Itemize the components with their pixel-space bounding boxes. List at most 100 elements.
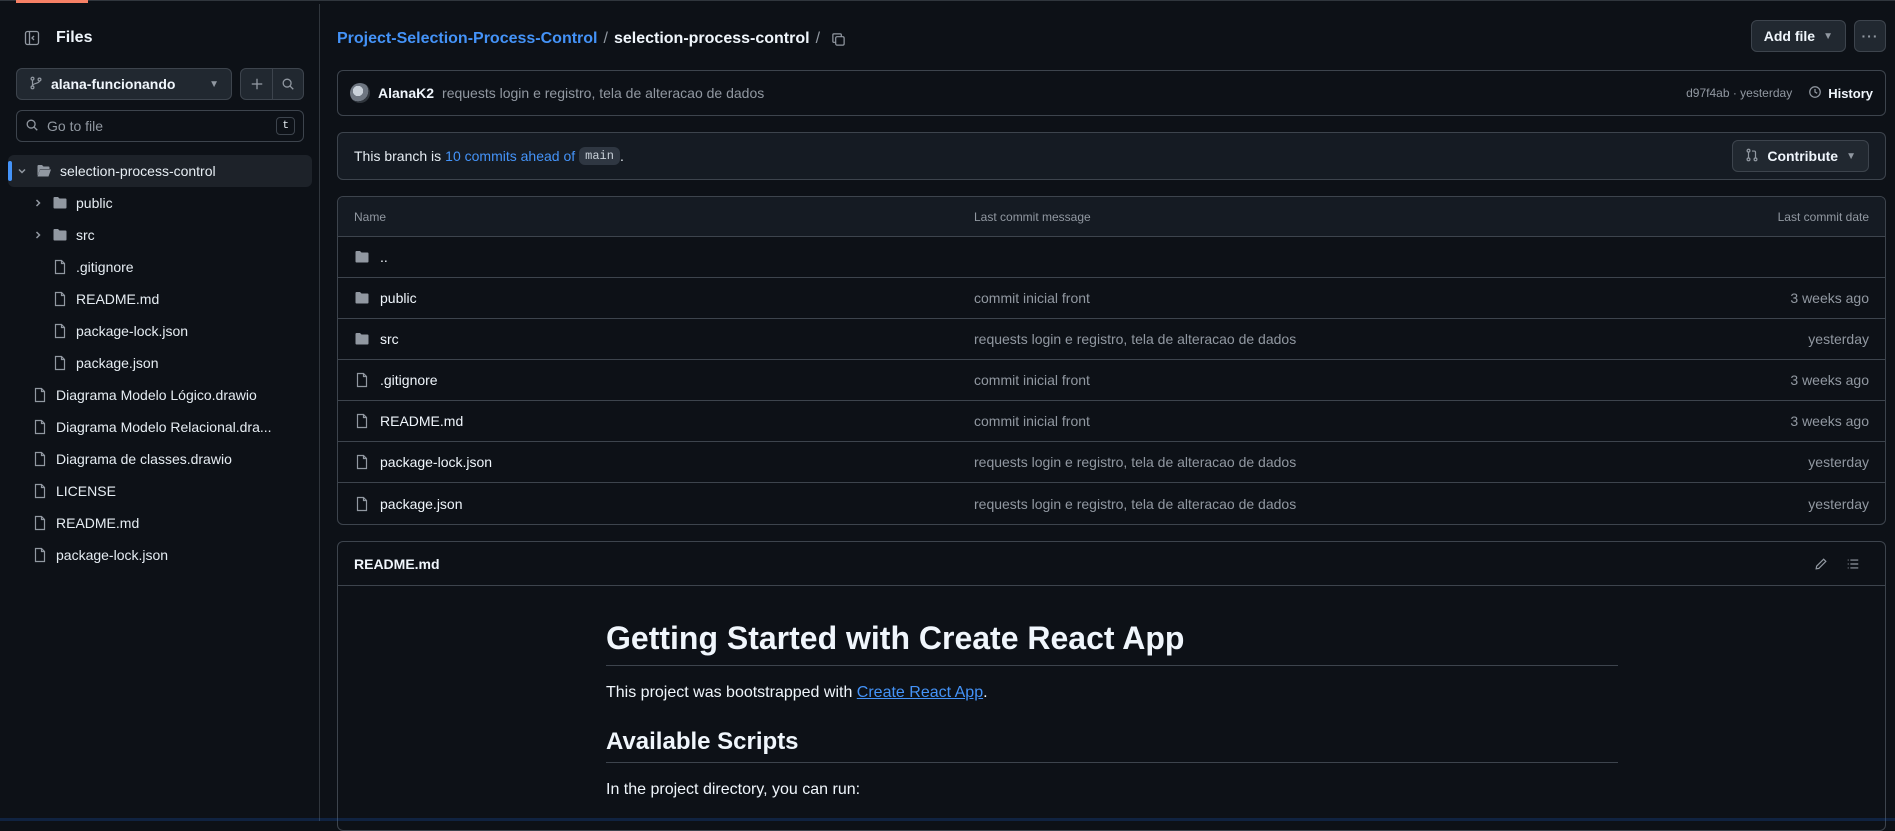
- readme-subheading: Available Scripts: [606, 728, 1618, 763]
- chevron-right-icon[interactable]: [30, 229, 46, 241]
- tree-item[interactable]: package.json: [8, 347, 312, 379]
- tree-item-label: src: [76, 227, 95, 243]
- commit-message-cell[interactable]: requests login e registro, tela de alter…: [974, 496, 1669, 512]
- file-icon: [354, 454, 370, 470]
- more-options-button[interactable]: ···: [1854, 20, 1886, 52]
- commit-author-link[interactable]: AlanaK2: [378, 85, 434, 101]
- tree-item[interactable]: package-lock.json: [8, 315, 312, 347]
- outline-list-icon[interactable]: [1837, 548, 1869, 580]
- folder-icon: [354, 331, 370, 347]
- breadcrumb-separator: /: [604, 30, 608, 48]
- top-actions: Add file ▼ ···: [1751, 20, 1886, 52]
- tree-item-label: README.md: [56, 515, 139, 531]
- branch-controls: alana-funcionando ▼: [16, 68, 304, 100]
- caret-down-icon: ▼: [1846, 151, 1856, 162]
- file-icon: [32, 547, 48, 563]
- avatar[interactable]: [350, 83, 370, 103]
- tree-item[interactable]: Diagrama Modelo Lógico.drawio: [8, 379, 312, 411]
- collapse-sidebar-icon[interactable]: [16, 22, 48, 54]
- contribute-button[interactable]: Contribute ▼: [1732, 140, 1869, 172]
- go-to-file-input[interactable]: [47, 118, 276, 134]
- table-row[interactable]: package-lock.json requests login e regist…: [338, 442, 1885, 483]
- tree-item[interactable]: Diagrama Modelo Relacional.dra...: [8, 411, 312, 443]
- copy-path-icon[interactable]: [826, 27, 850, 51]
- tree-item-label: public: [76, 195, 113, 211]
- tree-item[interactable]: public: [8, 187, 312, 219]
- commit-date-cell: yesterday: [1669, 331, 1869, 347]
- table-row[interactable]: README.md commit inicial front3 weeks ago: [338, 401, 1885, 442]
- folder-open-icon: [36, 163, 52, 179]
- commit-message-cell[interactable]: requests login e registro, tela de alter…: [974, 454, 1669, 470]
- branch-selector-button[interactable]: alana-funcionando ▼: [16, 68, 232, 100]
- folder-icon: [354, 249, 370, 265]
- table-row[interactable]: ..: [338, 237, 1885, 278]
- search-icon[interactable]: [272, 69, 303, 99]
- commit-message-cell[interactable]: commit inicial front: [974, 372, 1669, 388]
- file-table: Name Last commit message Last commit dat…: [337, 196, 1886, 525]
- tree-item-label: Diagrama Modelo Relacional.dra...: [56, 419, 272, 435]
- commit-message-link[interactable]: requests login e registro, tela de alter…: [442, 85, 1686, 101]
- table-row[interactable]: src requests login e registro, tela de al…: [338, 319, 1885, 360]
- breadcrumb-current: selection-process-control: [614, 30, 810, 48]
- tree-item[interactable]: src: [8, 219, 312, 251]
- chevron-right-icon[interactable]: [30, 197, 46, 209]
- tree-item[interactable]: README.md: [8, 507, 312, 539]
- file-name-link[interactable]: README.md: [380, 413, 463, 429]
- file-name-cell: README.md: [354, 413, 974, 429]
- tree-item[interactable]: LICENSE: [8, 475, 312, 507]
- file-name-link[interactable]: public: [380, 290, 417, 306]
- table-row[interactable]: package.json requests login e registro, t…: [338, 483, 1885, 524]
- file-icon: [354, 496, 370, 512]
- file-name-cell: package-lock.json: [354, 454, 974, 470]
- file-name-cell: src: [354, 331, 974, 347]
- history-button[interactable]: History: [1808, 85, 1873, 102]
- file-icon: [354, 372, 370, 388]
- file-name-link[interactable]: .gitignore: [380, 372, 438, 388]
- file-table-header: Name Last commit message Last commit dat…: [338, 197, 1885, 237]
- commit-message-cell[interactable]: commit inicial front: [974, 290, 1669, 306]
- add-file-button[interactable]: Add file ▼: [1751, 20, 1846, 52]
- commit-message-cell[interactable]: requests login e registro, tela de alter…: [974, 331, 1669, 347]
- commit-message-cell[interactable]: commit inicial front: [974, 413, 1669, 429]
- branch-status-prefix: This branch is: [354, 148, 441, 164]
- chevron-down-icon[interactable]: [14, 165, 30, 177]
- file-name-cell: package.json: [354, 496, 974, 512]
- add-file-plus-icon[interactable]: [241, 69, 272, 99]
- add-file-label: Add file: [1764, 28, 1815, 44]
- file-name-link[interactable]: ..: [380, 249, 388, 265]
- pull-request-icon: [1745, 148, 1759, 165]
- search-icon: [25, 118, 39, 135]
- file-icon: [52, 323, 68, 339]
- file-name-link[interactable]: package.json: [380, 496, 463, 512]
- table-row[interactable]: publiccommit inicial front3 weeks ago: [338, 278, 1885, 319]
- file-tree-sidebar: Files alana-funcionando ▼ t selection-pr…: [0, 4, 320, 821]
- caret-down-icon: ▼: [1823, 31, 1833, 42]
- readme-header: README.md: [338, 542, 1885, 586]
- tree-item[interactable]: .gitignore: [8, 251, 312, 283]
- commit-date-cell: 3 weeks ago: [1669, 413, 1869, 429]
- tree-item[interactable]: package-lock.json: [8, 539, 312, 571]
- readme-filename[interactable]: README.md: [354, 556, 440, 572]
- tree-item-label: Diagrama Modelo Lógico.drawio: [56, 387, 257, 403]
- history-clock-icon: [1808, 85, 1822, 102]
- file-icon: [32, 483, 48, 499]
- edit-pencil-icon[interactable]: [1805, 548, 1837, 580]
- tree-item[interactable]: README.md: [8, 283, 312, 315]
- file-name-link[interactable]: src: [380, 331, 399, 347]
- tree-item[interactable]: Diagrama de classes.drawio: [8, 443, 312, 475]
- create-react-app-link[interactable]: Create React App: [857, 684, 983, 701]
- go-to-file-search[interactable]: t: [16, 110, 304, 142]
- tree-item[interactable]: selection-process-control: [8, 155, 312, 187]
- breadcrumb-trailing-separator: /: [816, 30, 820, 48]
- commit-sha-and-time[interactable]: d97f4ab · yesterday: [1686, 86, 1792, 100]
- commit-date-cell: 3 weeks ago: [1669, 372, 1869, 388]
- commits-ahead-link[interactable]: 10 commits ahead of: [445, 148, 575, 164]
- folder-icon: [52, 227, 68, 243]
- breadcrumb-repo-link[interactable]: Project-Selection-Process-Control: [337, 30, 598, 48]
- readme-panel: README.md Getting Started with Create Re…: [337, 541, 1886, 831]
- file-name-link[interactable]: package-lock.json: [380, 454, 492, 470]
- tab-accent: [16, 0, 88, 3]
- branch-status-bar: This branch is 10 commits ahead of main …: [337, 132, 1886, 180]
- column-header-message: Last commit message: [974, 210, 1669, 224]
- table-row[interactable]: .gitignore commit inicial front3 weeks ag…: [338, 360, 1885, 401]
